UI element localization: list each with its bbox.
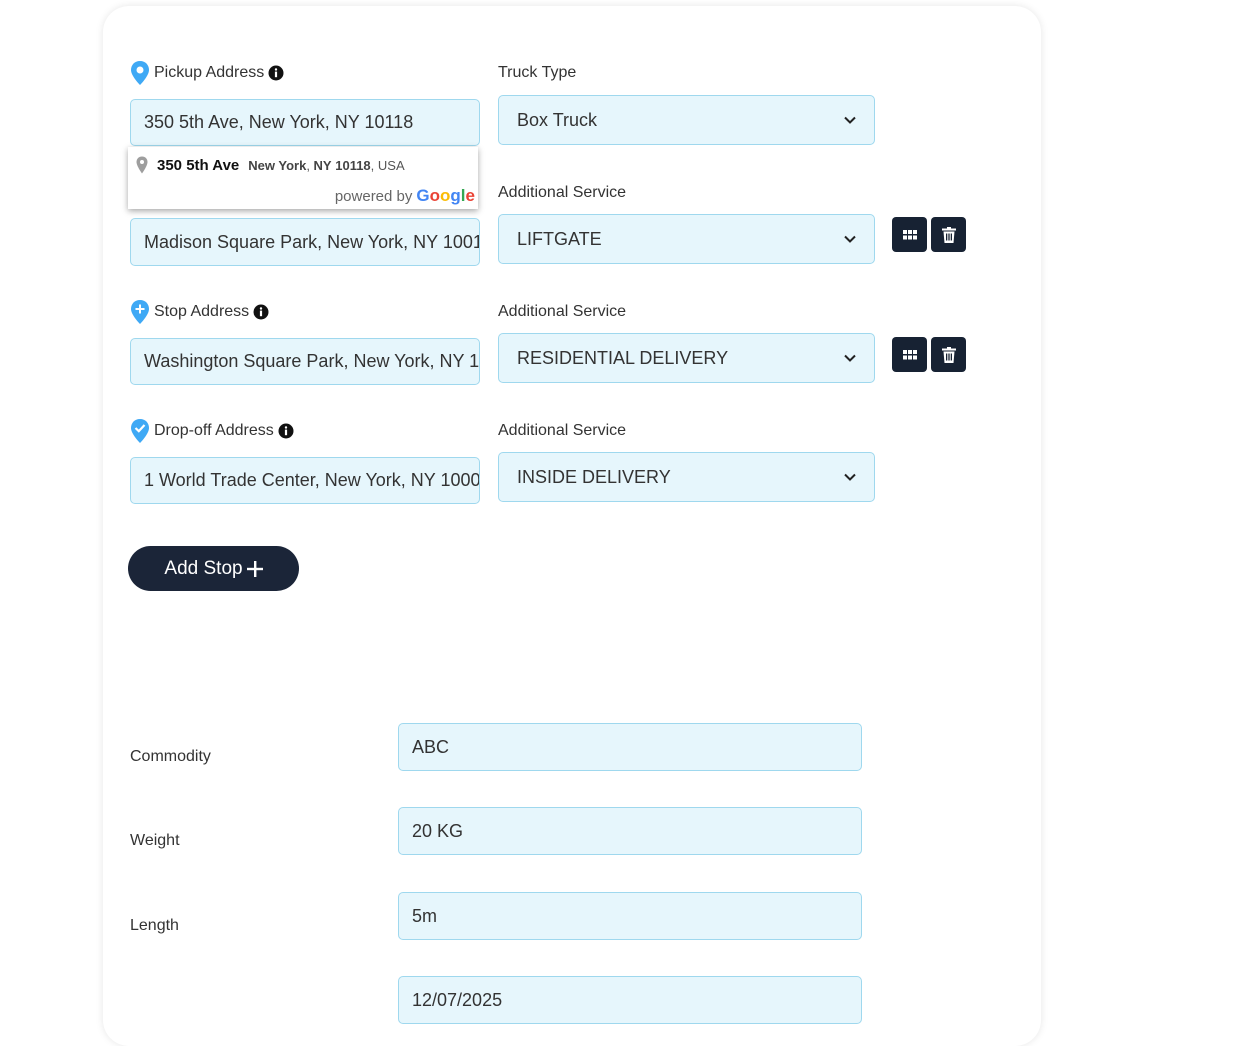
trash-icon — [941, 226, 956, 243]
additional-service-value-2: RESIDENTIAL DELIVERY — [517, 347, 729, 368]
length-label: Length — [130, 917, 179, 934]
additional-service-value-1: LIFTGATE — [517, 228, 602, 249]
weight-label: Weight — [130, 832, 180, 849]
chevron-down-icon — [844, 116, 856, 124]
google-logo: Google — [416, 186, 475, 205]
grid-button-2[interactable] — [892, 337, 927, 372]
add-stop-button[interactable]: Add Stop — [128, 546, 299, 591]
check-location-pin-icon — [131, 419, 149, 443]
delete-stop-button-2[interactable] — [931, 337, 966, 372]
info-icon[interactable] — [278, 423, 294, 439]
truck-type-select[interactable]: Box Truck — [498, 95, 875, 145]
dropoff-label: Drop-off Address — [154, 422, 274, 439]
additional-service-label-1: Additional Service — [498, 184, 627, 201]
stop-address-input-1[interactable]: Madison Square Park, New York, NY 10010 — [130, 218, 480, 266]
grid-button-1[interactable] — [892, 217, 927, 252]
suggestion-state: NY — [313, 157, 332, 173]
chevron-down-icon — [844, 473, 856, 481]
commodity-input[interactable]: ABC — [398, 723, 862, 771]
suggestion-main-text: 350 5th Ave — [157, 156, 240, 174]
pickup-address-input[interactable]: 350 5th Ave, New York, NY 10118 — [130, 99, 480, 146]
additional-service-label-2: Additional Service — [498, 303, 627, 320]
weight-input[interactable]: 20 KG — [398, 807, 862, 855]
commodity-label: Commodity — [130, 748, 211, 765]
location-pin-icon — [131, 61, 149, 85]
plus-icon — [246, 560, 263, 577]
powered-by-text: powered by — [334, 188, 413, 205]
grid-icon — [902, 229, 917, 239]
additional-service-label-3: Additional Service — [498, 422, 627, 439]
chevron-down-icon — [844, 354, 856, 362]
stop-label-row: Stop Address — [130, 299, 269, 325]
suggestion-secondary-text: New York, NY 10118, USA — [248, 157, 405, 173]
location-pin-icon — [136, 156, 148, 174]
suggestion-city: New York — [248, 157, 307, 173]
trash-icon — [941, 346, 956, 363]
delete-stop-button-1[interactable] — [931, 217, 966, 252]
info-icon[interactable] — [268, 65, 284, 81]
suggestion-country: USA — [377, 157, 405, 173]
dropoff-address-input[interactable]: 1 World Trade Center, New York, NY 10007 — [130, 457, 480, 504]
stop-label: Stop Address — [154, 303, 250, 320]
additional-service-value-3: INSIDE DELIVERY — [517, 466, 671, 487]
truck-type-label: Truck Type — [498, 64, 577, 81]
pickup-label: Pickup Address — [154, 64, 265, 81]
additional-service-select-2[interactable]: RESIDENTIAL DELIVERY — [498, 333, 875, 383]
truck-type-value: Box Truck — [517, 109, 598, 130]
grid-icon — [902, 349, 917, 359]
length-input[interactable]: 5m — [398, 892, 862, 940]
suggestion-zip: 10118 — [335, 157, 371, 173]
powered-by-google: powered by Google — [335, 186, 475, 206]
chevron-down-icon — [844, 235, 856, 243]
info-icon[interactable] — [253, 304, 269, 320]
autocomplete-suggestion[interactable]: 350 5th Ave New York, NY 10118, USA — [136, 156, 405, 174]
dropoff-label-row: Drop-off Address — [130, 418, 294, 444]
date-input[interactable]: 12/07/2025 — [398, 976, 862, 1024]
add-stop-label: Add Stop — [164, 557, 243, 579]
add-location-pin-icon — [131, 300, 149, 324]
additional-service-select-3[interactable]: INSIDE DELIVERY — [498, 452, 875, 502]
address-autocomplete-dropdown: 350 5th Ave New York, NY 10118, USA powe… — [128, 147, 478, 209]
pickup-label-row: Pickup Address — [130, 60, 284, 86]
stop-address-input-2[interactable]: Washington Square Park, New York, NY 100… — [130, 338, 480, 385]
additional-service-select-1[interactable]: LIFTGATE — [498, 214, 875, 264]
